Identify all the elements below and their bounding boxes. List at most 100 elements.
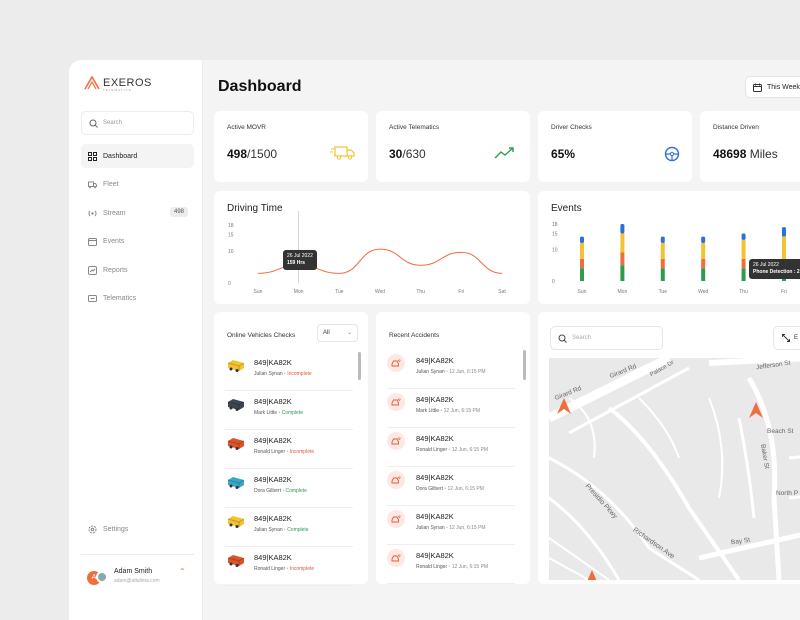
accident-meta: Mark Little • 12 Jun, 6:15 PM xyxy=(416,408,481,414)
sidebar-item-label: Events xyxy=(103,238,125,245)
driver-name: Mark Little xyxy=(254,410,278,416)
user-name: Adam Smith xyxy=(114,568,153,575)
stat-card-driver-checks[interactable]: Driver Checks 65% xyxy=(538,111,692,182)
vehicle-plate: 849|KA82K xyxy=(254,475,292,484)
vehicle-marker-icon[interactable] xyxy=(749,402,763,418)
event-bar-segment[interactable] xyxy=(741,233,746,240)
event-bar-segment[interactable] xyxy=(660,236,665,243)
event-bar-segment[interactable] xyxy=(741,268,746,281)
crash-icon xyxy=(387,354,405,372)
sidebar-item-reports[interactable]: Reports xyxy=(81,258,194,282)
vehicle-icon xyxy=(227,477,245,489)
period-label: This Week xyxy=(767,83,800,91)
accident-list-scrollbar[interactable] xyxy=(523,350,526,380)
vehicle-marker-icon[interactable] xyxy=(585,570,599,580)
x-tick-label: Fri xyxy=(458,289,464,295)
vehicle-row[interactable]: 849|KA82K Ronald Linger • Incomplete xyxy=(225,430,353,469)
event-bar-segment[interactable] xyxy=(660,268,665,281)
vehicle-list-scrollbar[interactable] xyxy=(358,352,361,380)
vehicles-filter-select[interactable]: All ⌄ xyxy=(317,324,358,342)
event-bar-segment[interactable] xyxy=(580,268,584,281)
event-bar-segment[interactable] xyxy=(580,258,584,269)
event-bar-segment[interactable] xyxy=(701,258,706,269)
vehicle-row[interactable]: 849|KA82K Dora Gilbert • Complete xyxy=(225,469,353,508)
accident-row[interactable]: 849|KA82K Dora Gilbert • 12 Jun, 6:15 PM xyxy=(387,467,515,506)
stat-card-active-telematics[interactable]: Active Telematics 30/630 xyxy=(376,111,530,182)
event-bar-segment[interactable] xyxy=(580,243,584,259)
events-chart[interactable]: 0 10 15 18 Sun Mon Tue Wed Thu Fri xyxy=(538,191,800,304)
check-status: Incomplete xyxy=(289,566,315,572)
event-bar-segment[interactable] xyxy=(620,224,625,234)
check-status: Incomplete xyxy=(287,371,312,377)
user-email: adam@altalima.com xyxy=(114,578,160,584)
vehicle-row[interactable]: 849|KA82K Mark Little • Complete xyxy=(225,391,353,430)
event-bar-segment[interactable] xyxy=(620,265,625,281)
vehicle-icon xyxy=(227,360,245,372)
accident-plate: 849|KA82K xyxy=(416,395,454,404)
x-tick-label: Tue xyxy=(335,289,344,295)
accident-row[interactable]: 849|KA82K Ronald Linger • 12 Jun, 6:15 P… xyxy=(387,428,515,467)
event-bar-segment[interactable] xyxy=(660,243,665,259)
event-bar-segment[interactable] xyxy=(741,258,746,269)
vehicle-row[interactable]: 849|KA82K Julian Synan • Complete xyxy=(225,508,353,547)
map-search-input[interactable]: Search xyxy=(550,326,663,350)
calendar-icon xyxy=(753,83,762,92)
map-card: Search E Girard Rd Girard Rd Palace Dr J… xyxy=(538,312,800,584)
event-bar-segment[interactable] xyxy=(781,236,786,259)
filter-value: All xyxy=(323,330,330,336)
sidebar-item-fleet[interactable]: Fleet xyxy=(81,173,194,197)
period-selector[interactable]: This Week xyxy=(745,76,800,98)
chevron-up-icon[interactable]: ⌃ xyxy=(179,567,186,576)
event-bar-segment[interactable] xyxy=(620,233,625,253)
event-bar-segment[interactable] xyxy=(620,252,625,266)
chevron-down-icon: ⌄ xyxy=(346,330,352,336)
x-tick-label: Wed xyxy=(375,289,385,295)
accident-meta: Dora Gilbert • 12 Jun, 6:15 PM xyxy=(416,486,484,492)
x-tick-label: Sun xyxy=(578,289,587,295)
sidebar-item-events[interactable]: Events xyxy=(81,230,194,254)
user-profile[interactable]: A Adam Smith adam@altalima.com ⌃ xyxy=(81,554,194,585)
vehicle-row[interactable]: 849|KA82K Ronald Linger • Incomplete xyxy=(225,547,353,586)
sidebar: EXEROS TELEMATICS Search Dashboard Fleet… xyxy=(69,60,203,620)
map-view[interactable]: Girard Rd Girard Rd Palace Dr Jefferson … xyxy=(549,358,800,580)
sidebar-search-input[interactable]: Search xyxy=(81,111,194,135)
event-bar-segment[interactable] xyxy=(701,268,706,281)
accident-row[interactable]: 849|KA82K Julian Synan • 12 Jun, 6:15 PM xyxy=(387,350,515,389)
truck-icon xyxy=(88,181,97,189)
accident-row[interactable]: 849|KA82K Ronald Linger • 12 Jun, 6:15 P… xyxy=(387,545,515,584)
x-tick-label: Wed xyxy=(698,289,708,295)
stat-card-active-movr[interactable]: Active MOVR 498/1500 xyxy=(214,111,368,182)
sidebar-item-dashboard[interactable]: Dashboard xyxy=(81,144,194,168)
crash-icon xyxy=(387,549,405,567)
event-bar-segment[interactable] xyxy=(741,239,746,259)
event-bar-segment[interactable] xyxy=(701,236,706,243)
vehicle-plate: 849|KA82K xyxy=(254,514,292,523)
stat-value: 48698 Miles xyxy=(713,147,778,161)
accident-row[interactable]: 849|KA82K Mark Little • 12 Jun, 6:15 PM xyxy=(387,389,515,428)
event-bar-segment[interactable] xyxy=(701,243,706,259)
accident-time: 12 Jun, 6:15 PM xyxy=(451,564,489,570)
search-placeholder: Search xyxy=(103,120,123,126)
tooltip-value: 159 Hrs xyxy=(287,260,306,266)
events-tooltip: 26 Jul 2022 Phone Detection : 2 xyxy=(749,259,800,279)
event-bar-segment[interactable] xyxy=(781,227,786,237)
check-status: Incomplete xyxy=(289,449,315,455)
vehicle-meta: Julian Synan • Incomplete xyxy=(254,371,312,377)
y-tick-label: 10 xyxy=(228,249,234,255)
stat-card-distance-driven[interactable]: Distance Driven 48698 Miles xyxy=(700,111,800,182)
vehicle-row[interactable]: 849|KA82K Julian Synan • Incomplete xyxy=(225,352,353,391)
logo[interactable]: EXEROS TELEMATICS xyxy=(84,76,152,92)
vehicle-marker-icon[interactable] xyxy=(557,398,571,414)
crash-icon xyxy=(387,393,405,411)
driver-name: Dora Gilbert xyxy=(254,488,281,494)
sidebar-item-settings[interactable]: Settings xyxy=(88,525,128,534)
search-icon xyxy=(558,334,567,343)
map-expand-button[interactable]: E xyxy=(773,326,800,350)
event-bar-segment[interactable] xyxy=(660,258,665,269)
driving-time-chart[interactable]: 0 10 15 18 Sun Mon Tue Wed Thu Fri Sat xyxy=(214,191,530,304)
accident-row[interactable]: 849|KA82K Julian Synan • 12 Jun, 6:15 PM xyxy=(387,506,515,545)
sidebar-item-telematics[interactable]: Telematics xyxy=(81,287,194,311)
event-bar-segment[interactable] xyxy=(580,236,584,243)
sidebar-item-stream[interactable]: Stream 498 xyxy=(81,201,194,225)
accident-time: 12 Jun, 6:15 PM xyxy=(449,525,486,531)
